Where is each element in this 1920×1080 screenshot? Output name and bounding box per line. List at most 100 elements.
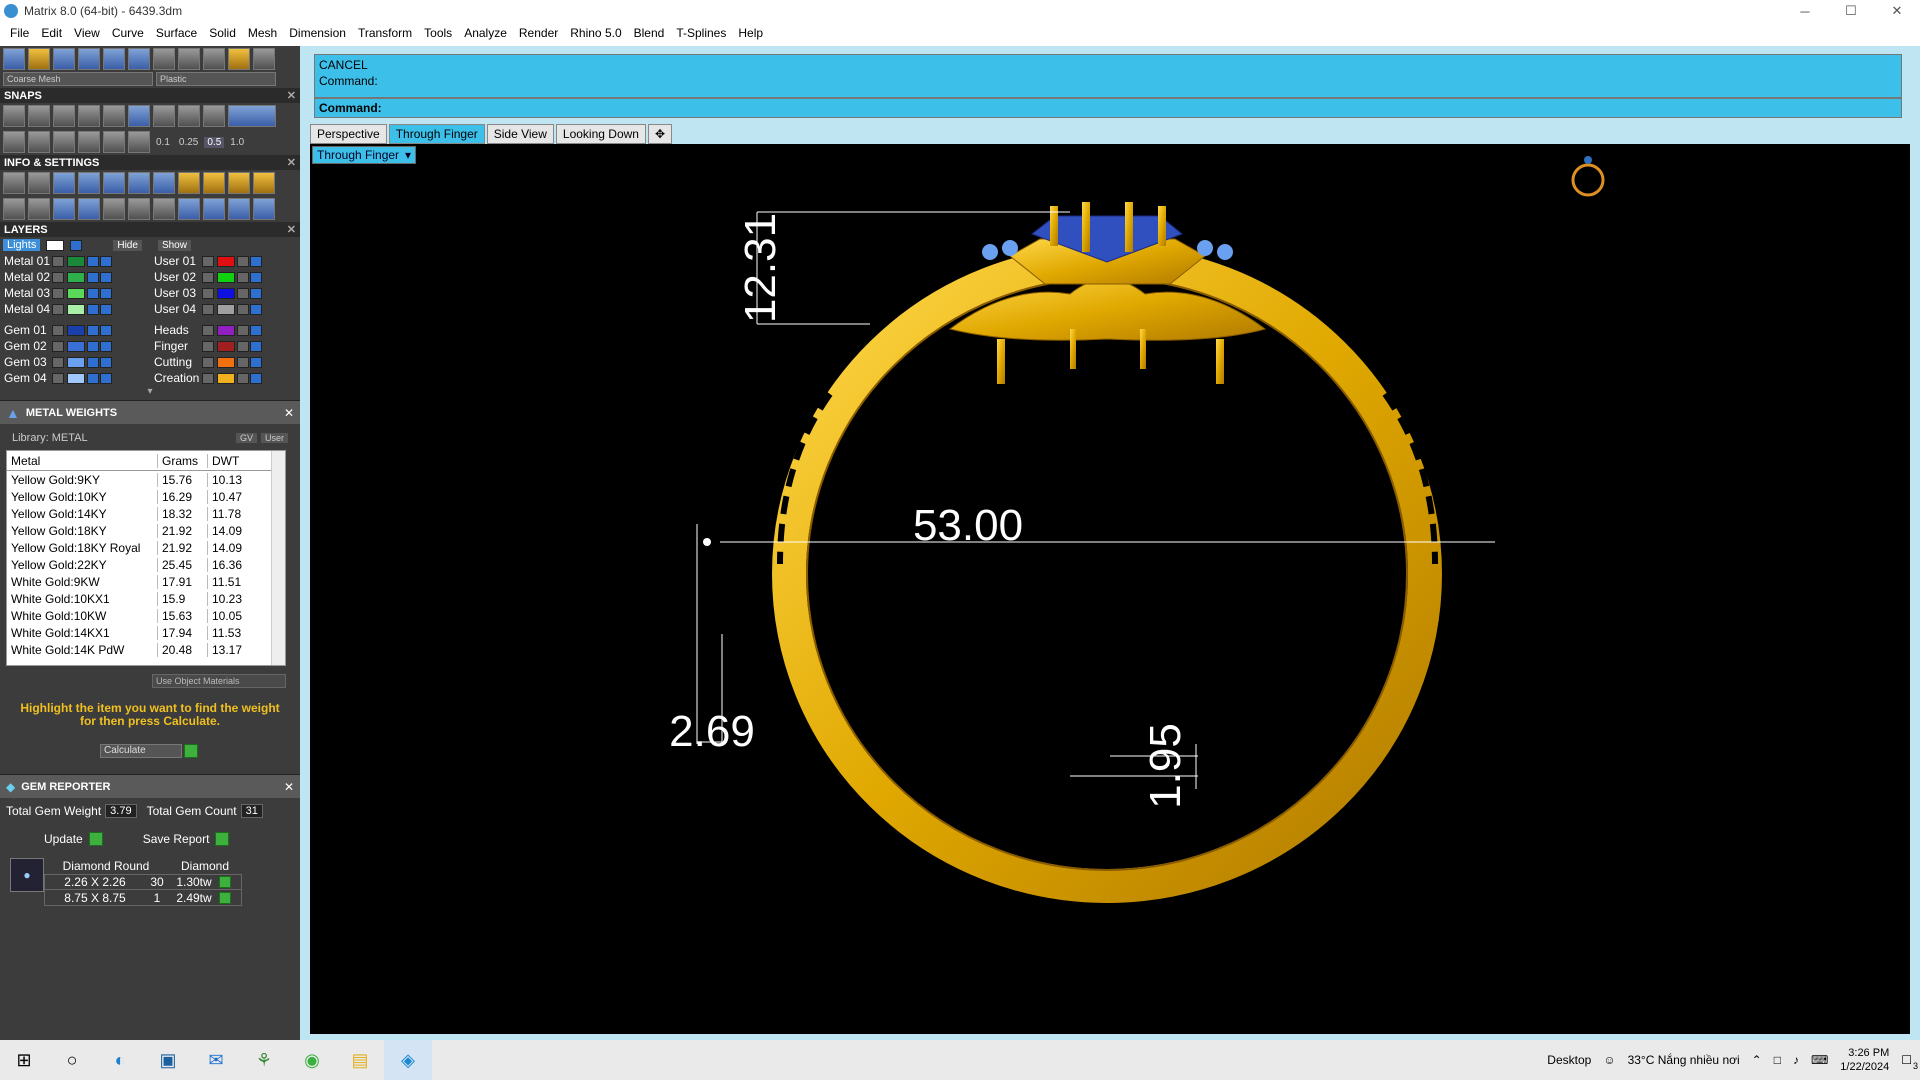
menu-solid[interactable]: Solid [203, 26, 242, 40]
expand-icon[interactable] [52, 340, 64, 352]
settings-icon[interactable] [3, 172, 25, 194]
gv-button[interactable]: GV [235, 433, 257, 443]
box-icon[interactable] [53, 198, 75, 220]
table-row[interactable]: Yellow Gold:9KY 15.76 10.13 [7, 471, 285, 488]
menu-file[interactable]: File [4, 26, 35, 40]
calculate-button[interactable]: Calculate [100, 744, 182, 758]
visible-icon[interactable] [250, 303, 262, 315]
visible-icon[interactable] [100, 287, 112, 299]
expand-icon[interactable] [52, 255, 64, 267]
expand-icon[interactable] [52, 287, 64, 299]
tool-b-icon[interactable] [203, 172, 225, 194]
table-row[interactable]: Yellow Gold:10KY 16.29 10.47 [7, 488, 285, 505]
menu-rhino[interactable]: Rhino 5.0 [564, 26, 627, 40]
mesh-dropdown[interactable]: Coarse Mesh [3, 72, 153, 86]
snap-value-1[interactable]: 0.1 [153, 137, 173, 148]
lock-icon[interactable] [87, 255, 99, 267]
render-xray-icon[interactable] [128, 48, 150, 70]
menu-transform[interactable]: Transform [352, 26, 418, 40]
material-dropdown[interactable]: Plastic [156, 72, 276, 86]
desktop-toolbar[interactable]: Desktop [1547, 1053, 1591, 1067]
material-silver-icon[interactable] [253, 48, 275, 70]
matrix-app-icon[interactable]: ◈ [384, 1040, 432, 1080]
layer-color[interactable] [67, 271, 85, 283]
visible-icon[interactable] [100, 372, 112, 384]
app-green-icon[interactable]: ◉ [288, 1040, 336, 1080]
properties-icon[interactable] [78, 172, 100, 194]
lock-icon[interactable] [237, 271, 249, 283]
visible-icon[interactable] [250, 255, 262, 267]
expand-icon[interactable] [202, 271, 214, 283]
material-env-icon[interactable] [203, 48, 225, 70]
lock-icon[interactable] [87, 324, 99, 336]
layer-row[interactable]: Metal 01 [0, 253, 150, 269]
lock-icon[interactable] [237, 324, 249, 336]
layer-color[interactable] [217, 303, 235, 315]
material-chrome-icon[interactable] [178, 48, 200, 70]
clock[interactable]: 3:26 PM 1/22/2024 [1840, 1046, 1889, 1074]
gem-row[interactable]: 2.26 X 2.26 30 1.30tw [44, 874, 242, 890]
menu-edit[interactable]: Edit [35, 26, 68, 40]
close-icon[interactable]: ✕ [284, 406, 294, 420]
layer-row[interactable]: Gem 03 [0, 354, 150, 370]
tab-through-finger[interactable]: Through Finger [388, 124, 485, 144]
expand-icon[interactable] [202, 340, 214, 352]
table-row[interactable]: White Gold:14KX1 17.94 11.53 [7, 624, 285, 641]
layer-row[interactable]: Gem 02 [0, 338, 150, 354]
hide-button[interactable]: Hide [113, 239, 142, 251]
visible-icon[interactable] [100, 356, 112, 368]
table-row[interactable]: White Gold:14K PdW 20.48 13.17 [7, 641, 285, 658]
lock-icon[interactable] [237, 255, 249, 267]
network-icon[interactable]: □ [1774, 1053, 1781, 1067]
layer-row[interactable]: User 02 [150, 269, 300, 285]
close-button[interactable]: ✕ [1874, 0, 1920, 22]
menu-blend[interactable]: Blend [628, 26, 671, 40]
ring-view-icon[interactable] [1571, 163, 1605, 197]
snap-quad-icon[interactable] [203, 105, 225, 127]
lights-toggle[interactable] [70, 239, 83, 251]
render-rendered-icon[interactable] [78, 48, 100, 70]
layer-row[interactable]: User 03 [150, 285, 300, 301]
chevron-up-icon[interactable]: ⌃ [1752, 1053, 1762, 1067]
menu-mesh[interactable]: Mesh [242, 26, 283, 40]
select-icon[interactable] [128, 198, 150, 220]
visible-icon[interactable] [100, 324, 112, 336]
layer-row[interactable]: Creation [150, 370, 300, 386]
render-lights-icon[interactable] [28, 48, 50, 70]
smarttrack-icon[interactable] [128, 131, 150, 153]
layer-color[interactable] [217, 372, 235, 384]
render-ghost-icon[interactable] [103, 48, 125, 70]
snap-value-3[interactable]: 0.5 [204, 136, 225, 148]
lock-icon[interactable] [237, 372, 249, 384]
layer-row[interactable]: Finger [150, 338, 300, 354]
store-icon[interactable]: ▣ [144, 1040, 192, 1080]
table-row[interactable]: White Gold:9KW 17.91 11.51 [7, 573, 285, 590]
user-button[interactable]: User [260, 433, 288, 443]
maximize-button[interactable]: ☐ [1828, 0, 1874, 22]
layer-row[interactable]: Gem 01 [0, 322, 150, 338]
edge-icon[interactable]: ◐ [96, 1040, 144, 1080]
expand-icon[interactable] [52, 356, 64, 368]
add-tab-button[interactable]: ✥ [647, 124, 673, 144]
layer-color[interactable] [67, 324, 85, 336]
lock-icon[interactable] [237, 356, 249, 368]
snap-perp-icon[interactable] [153, 105, 175, 127]
expand-icon[interactable] [52, 303, 64, 315]
lock-icon[interactable] [87, 271, 99, 283]
table-row[interactable]: White Gold:10KX1 15.9 10.23 [7, 590, 285, 607]
tab-perspective[interactable]: Perspective [310, 124, 387, 144]
snap-cen-icon[interactable] [103, 105, 125, 127]
snap-tan-icon[interactable] [178, 105, 200, 127]
layer-row[interactable]: Metal 03 [0, 285, 150, 301]
update-button[interactable]: Update [44, 832, 83, 846]
layer-color[interactable] [217, 356, 235, 368]
layers-icon[interactable] [53, 172, 75, 194]
render-shaded-icon[interactable] [53, 48, 75, 70]
col-dwt[interactable]: DWT [207, 453, 263, 468]
snap-point-icon[interactable] [53, 105, 75, 127]
close-icon[interactable]: ✕ [287, 156, 296, 169]
menu-view[interactable]: View [68, 26, 106, 40]
lock-icon[interactable] [237, 287, 249, 299]
menu-render[interactable]: Render [513, 26, 564, 40]
snap-mid-icon[interactable] [78, 105, 100, 127]
